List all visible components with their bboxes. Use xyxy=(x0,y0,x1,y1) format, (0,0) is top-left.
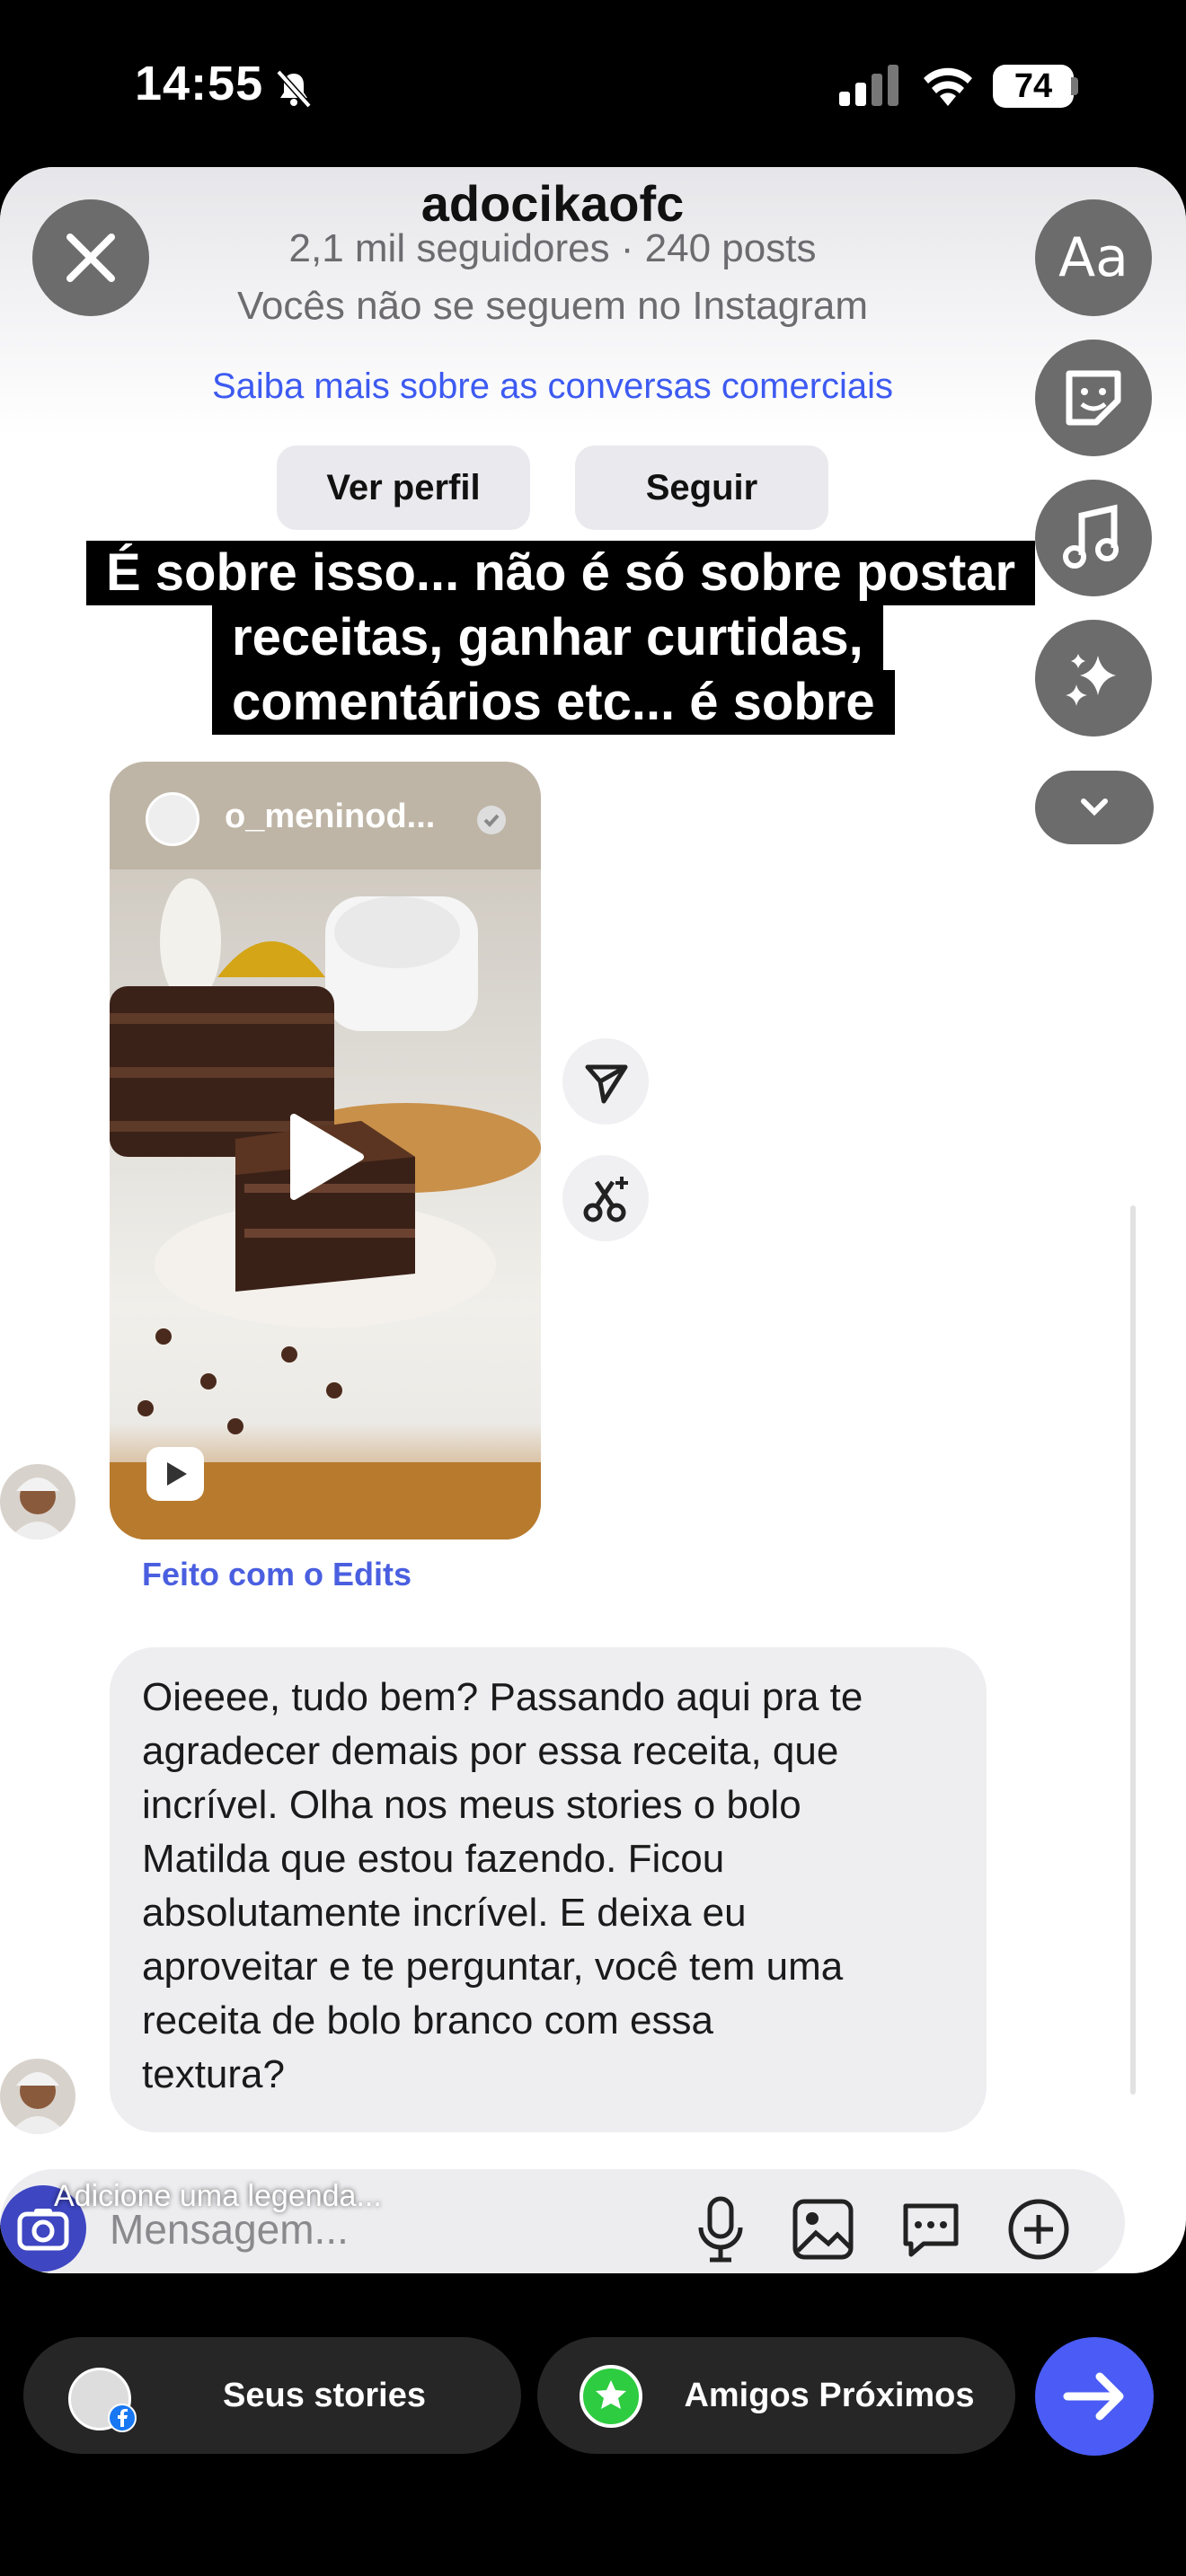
sender-avatar xyxy=(0,2059,75,2134)
message-line: agradecer demais por essa receita, que xyxy=(142,1729,839,1773)
sticker-chat-icon[interactable] xyxy=(898,2197,963,2262)
cellular-signal-icon xyxy=(839,65,898,106)
close-friends-label: Amigos Próximos xyxy=(684,2377,975,2414)
send-button[interactable] xyxy=(1035,2337,1154,2456)
close-friends-button[interactable]: Amigos Próximos xyxy=(537,2337,1015,2454)
business-conversations-link[interactable]: Saiba mais sobre as conversas comerciais xyxy=(0,366,1105,407)
follow-relationship: Vocês não se seguem no Instagram xyxy=(237,284,868,328)
message-line: aproveitar e te perguntar, você tem uma xyxy=(142,1945,844,1989)
message-line: incrível. Olha nos meus stories o bolo xyxy=(142,1783,801,1827)
send-icon xyxy=(585,1064,628,1104)
sticker-button[interactable] xyxy=(1035,340,1152,456)
your-stories-button[interactable]: Seus stories xyxy=(23,2337,521,2454)
close-friends-star-icon xyxy=(580,2365,642,2428)
shared-reel-card[interactable]: o_meninod... xyxy=(110,762,541,1539)
message-line: Matilda que estou fazendo. Ficou xyxy=(142,1837,725,1881)
chevron-down-icon xyxy=(1081,798,1108,816)
reel-icon xyxy=(146,1447,204,1501)
made-with-edits-label[interactable]: Feito com o Edits xyxy=(142,1556,412,1593)
message-line: absolutamente incrível. E deixa eu xyxy=(142,1891,747,1935)
facebook-icon xyxy=(108,2404,137,2432)
follow-button[interactable]: Seguir xyxy=(575,446,828,530)
arrow-right-icon xyxy=(1063,2372,1124,2421)
message-line: textura? xyxy=(142,2052,285,2096)
close-button[interactable] xyxy=(32,199,149,316)
verified-badge-icon xyxy=(477,806,506,834)
close-icon xyxy=(66,234,115,282)
caption-input[interactable]: Adicione uma legenda... xyxy=(54,2179,382,2214)
profile-username: adocikaofc xyxy=(420,175,685,232)
remix-icon xyxy=(583,1177,628,1222)
music-button[interactable] xyxy=(1035,480,1152,596)
share-post-button[interactable] xyxy=(562,1038,649,1125)
play-icon[interactable] xyxy=(285,1112,366,1202)
more-tools-button[interactable] xyxy=(1035,771,1154,844)
add-icon[interactable] xyxy=(1006,2197,1071,2262)
sticker-icon xyxy=(1066,370,1121,426)
battery-level: 74 xyxy=(993,65,1074,108)
scrollbar[interactable] xyxy=(1130,1205,1136,2095)
view-profile-button[interactable]: Ver perfil xyxy=(277,446,530,530)
message-line: Oieeee, tudo bem? Passando aqui pra te xyxy=(142,1675,863,1719)
your-stories-label: Seus stories xyxy=(223,2377,426,2414)
status-time: 14:55 xyxy=(135,57,264,110)
caption-line-3[interactable]: comentários etc... é sobre xyxy=(212,670,895,735)
caption-line-2[interactable]: receitas, ganhar curtidas, xyxy=(212,605,883,670)
message-text: Oieeee, tudo bem? Passando aqui pra te a… xyxy=(142,1671,951,2102)
effects-button[interactable] xyxy=(1035,620,1152,737)
text-tool-button[interactable]: Aa xyxy=(1035,199,1152,316)
caption-line-1[interactable]: É sobre isso... não é só sobre postar xyxy=(86,541,1036,605)
microphone-icon[interactable] xyxy=(692,2195,749,2263)
remix-button[interactable] xyxy=(562,1155,649,1241)
followers-count: 2,1 mil seguidores · 240 posts xyxy=(288,226,817,270)
gallery-icon[interactable] xyxy=(791,2197,855,2262)
bell-off-icon xyxy=(276,69,312,109)
battery-tip xyxy=(1071,77,1078,95)
music-icon xyxy=(1063,504,1119,569)
message-line: receita de bolo branco com essa xyxy=(142,1998,713,2042)
post-author[interactable]: o_meninod... xyxy=(225,798,435,836)
message-bubble[interactable]: Oieeee, tudo bem? Passando aqui pra te a… xyxy=(110,1647,987,2132)
story-canvas[interactable]: adocikaofc 2,1 mil seguidores · 240 post… xyxy=(0,167,1186,2273)
sender-avatar xyxy=(0,1464,75,1539)
author-avatar xyxy=(146,792,199,846)
sparkles-icon xyxy=(1066,654,1116,706)
wifi-icon xyxy=(924,67,972,106)
